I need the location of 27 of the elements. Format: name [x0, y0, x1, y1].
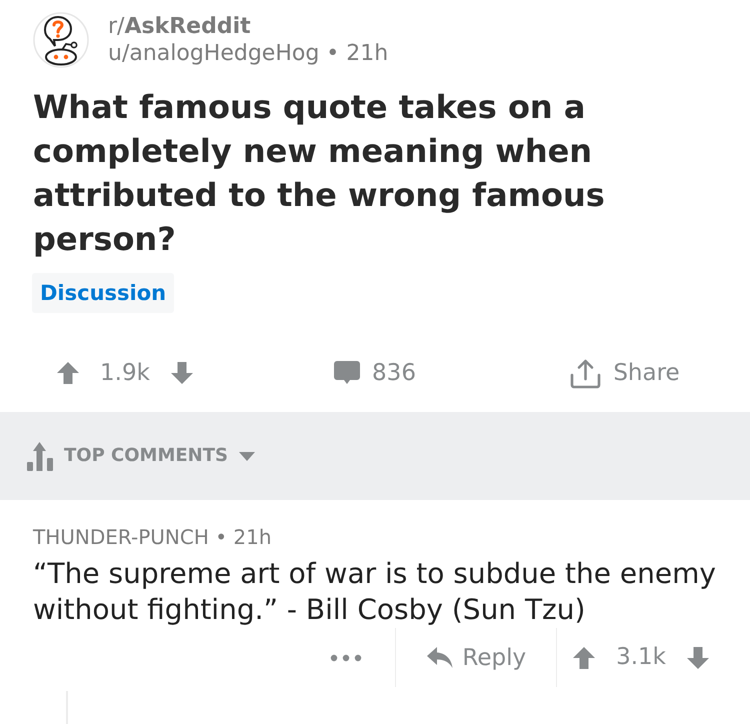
ranking-bars-icon [27, 441, 53, 471]
post-title: What famous quote takes on a completely new meaning when attributed to the wrong famous person? [33, 87, 606, 260]
reply-button[interactable]: Reply [396, 642, 556, 672]
more-dots-icon [330, 654, 362, 662]
comment-bubble-icon [334, 361, 360, 385]
share-icon [570, 358, 602, 388]
share-button[interactable]: Share [570, 358, 680, 388]
vote-score: 1.9k [100, 358, 150, 388]
subreddit-avatar-icon[interactable] [33, 12, 89, 68]
comments-button[interactable]: 836 [334, 358, 416, 388]
downvote-arrow-icon [686, 646, 710, 670]
vote-score: 3.1k [616, 643, 666, 672]
comment-byline: THUNDER-PUNCH • 21h [33, 524, 272, 551]
subreddit-name[interactable]: r/AskReddit [108, 13, 388, 40]
downvote-button[interactable] [170, 361, 194, 385]
sort-dropdown[interactable]: TOP COMMENTS [27, 441, 255, 471]
caret-icon [238, 452, 255, 460]
reply-arrow-icon [426, 646, 454, 669]
comment-text: “The supreme art of war is to subdue the enemy without fighting.” - Bill Cosby (Sun Tzu) [33, 556, 717, 628]
post-byline: u/analogHedgeHog • 21h [108, 40, 388, 67]
upvote-button[interactable] [56, 361, 80, 385]
upvote-arrow-icon [56, 361, 80, 385]
downvote-arrow-icon [170, 361, 194, 385]
flair-tag[interactable]: Discussion [32, 273, 174, 313]
upvote-arrow-icon [572, 646, 596, 670]
upvote-button[interactable] [572, 646, 596, 670]
downvote-button[interactable] [686, 646, 710, 670]
